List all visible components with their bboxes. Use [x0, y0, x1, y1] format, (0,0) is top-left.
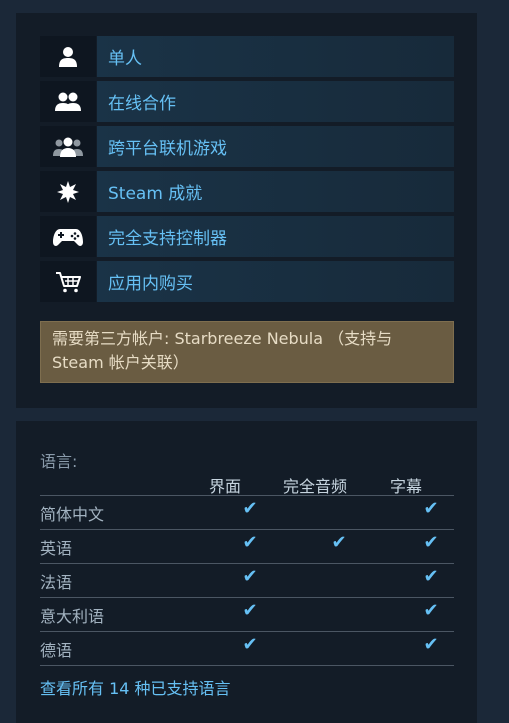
- feature-label: 单人: [97, 36, 454, 77]
- third-party-account-notice: 需要第三方帐户: Starbreeze Nebula （支持与 Steam 帐户…: [40, 321, 454, 383]
- cross-platform-icon: [40, 126, 96, 167]
- column-interface: 界面: [208, 477, 241, 496]
- feature-label: Steam 成就: [97, 171, 454, 212]
- language-row: 英语 ✔ ✔ ✔: [40, 529, 454, 563]
- language-name: 英语: [40, 539, 73, 558]
- checkmark-icon: ✔: [242, 498, 258, 519]
- languages-panel: 语言: 界面 完全音频 字幕 简体中文 ✔ ✔ 英语 ✔ ✔ ✔ 法语 ✔ ✔ 意大利语 ✔ ✔ 德语 ✔ ✔…: [16, 421, 477, 723]
- achievements-icon: [40, 171, 96, 212]
- language-row: 法语 ✔ ✔: [40, 563, 454, 597]
- feature-cross-platform[interactable]: 跨平台联机游戏: [40, 126, 454, 167]
- feature-label: 在线合作: [97, 81, 454, 122]
- language-name: 简体中文: [40, 505, 105, 524]
- all-languages-link[interactable]: 查看所有 14 种已支持语言: [40, 675, 231, 699]
- column-subtitles: 字幕: [389, 477, 422, 496]
- language-name: 德语: [40, 641, 73, 660]
- feature-controller[interactable]: 完全支持控制器: [40, 216, 454, 257]
- language-row: 简体中文 ✔ ✔: [40, 495, 454, 529]
- single-player-icon: [40, 36, 96, 77]
- feature-label: 完全支持控制器: [97, 216, 454, 257]
- checkmark-icon: ✔: [423, 600, 439, 621]
- languages-title: 语言:: [40, 452, 78, 471]
- checkmark-icon: ✔: [242, 600, 258, 621]
- features-panel: 单人 在线合作 跨平台联机游戏 Steam 成就 完全支持控制器 应用内购买 需…: [16, 13, 477, 408]
- language-row: 意大利语 ✔ ✔: [40, 597, 454, 631]
- checkmark-icon: ✔: [331, 532, 347, 553]
- table-divider: [40, 665, 454, 666]
- feature-online-coop[interactable]: 在线合作: [40, 81, 454, 122]
- checkmark-icon: ✔: [423, 634, 439, 655]
- language-name: 意大利语: [40, 607, 105, 626]
- language-name: 法语: [40, 573, 73, 592]
- feature-label: 跨平台联机游戏: [97, 126, 454, 167]
- cart-icon: [40, 261, 96, 302]
- checkmark-icon: ✔: [423, 498, 439, 519]
- checkmark-icon: ✔: [242, 634, 258, 655]
- feature-in-app-purchases[interactable]: 应用内购买: [40, 261, 454, 302]
- checkmark-icon: ✔: [423, 532, 439, 553]
- checkmark-icon: ✔: [423, 566, 439, 587]
- language-row: 德语 ✔ ✔: [40, 631, 454, 665]
- online-coop-icon: [40, 81, 96, 122]
- checkmark-icon: ✔: [242, 566, 258, 587]
- column-full-audio: 完全音频: [282, 477, 347, 496]
- feature-label: 应用内购买: [97, 261, 454, 302]
- feature-single-player[interactable]: 单人: [40, 36, 454, 77]
- checkmark-icon: ✔: [242, 532, 258, 553]
- feature-achievements[interactable]: Steam 成就: [40, 171, 454, 212]
- controller-icon: [40, 216, 96, 257]
